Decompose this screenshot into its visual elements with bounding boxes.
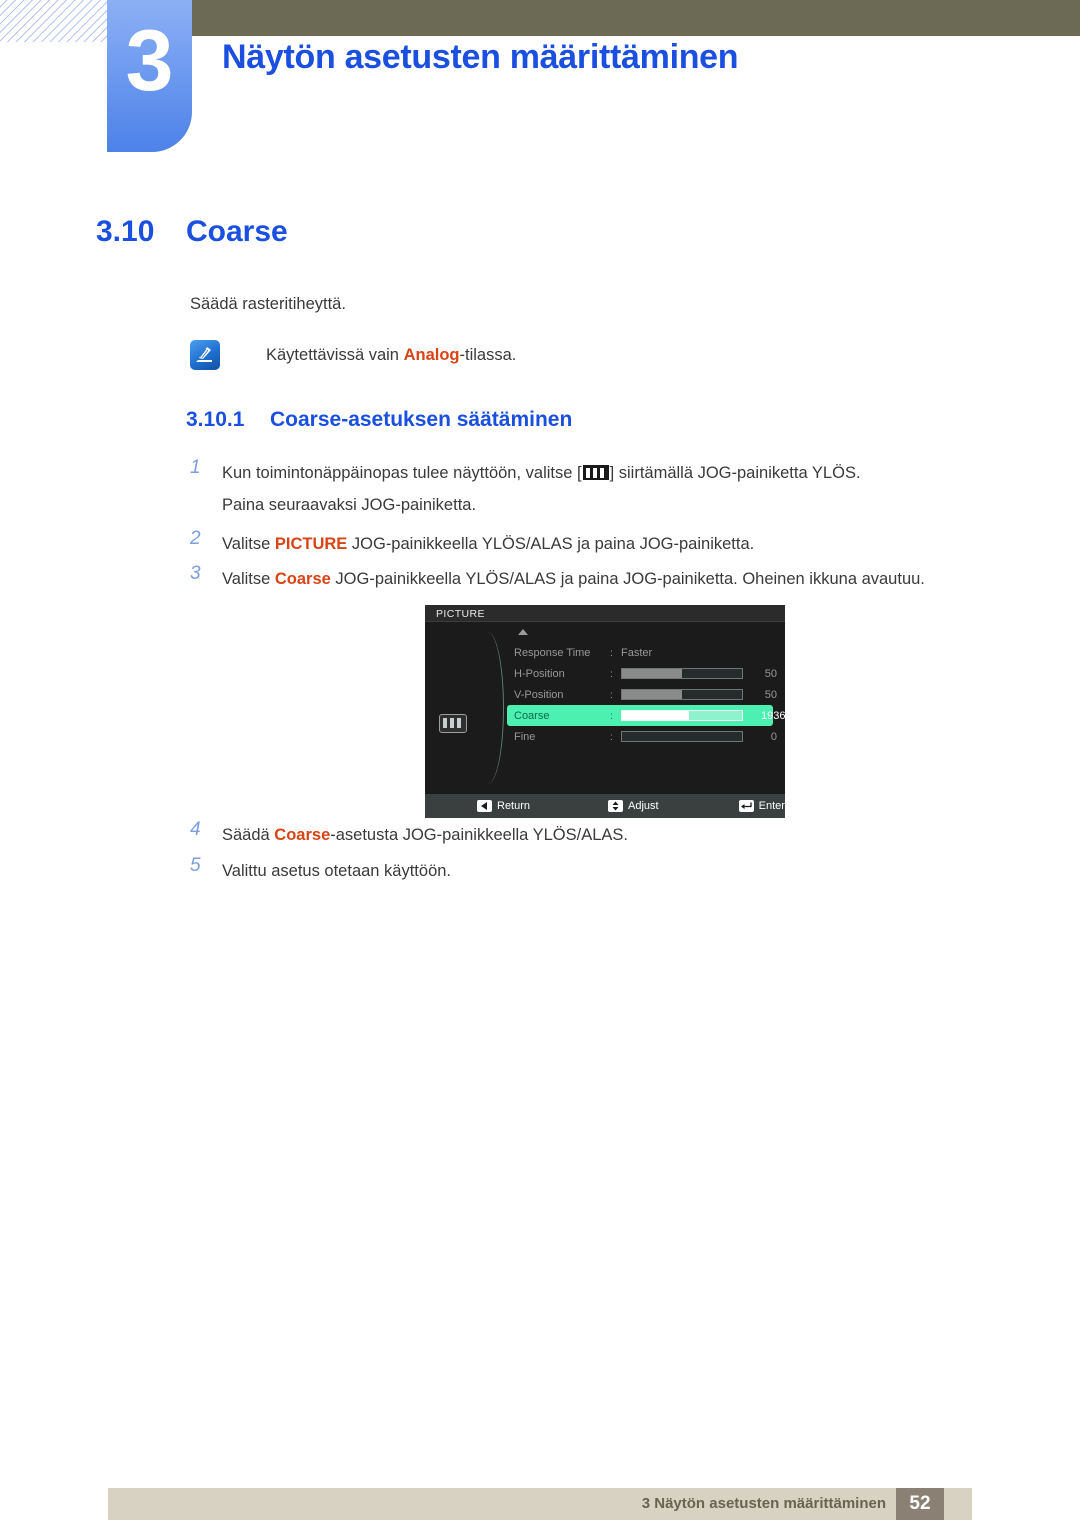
step-3-body: Valitse Coarse JOG-painikkeella YLÖS/ALA… bbox=[222, 563, 925, 595]
osd-row-colon: : bbox=[610, 709, 613, 722]
osd-row-label: Fine bbox=[514, 730, 536, 743]
page-footer-bar: 3 Näytön asetusten määrittäminen 52 bbox=[108, 1488, 972, 1520]
step-4: 4 Säädä Coarse-asetusta JOG-painikkeella… bbox=[190, 819, 628, 851]
picture-menu-icon bbox=[439, 714, 467, 733]
section-intro-text: Säädä rasteritiheyttä. bbox=[190, 295, 346, 313]
osd-row-list: Response Time : Faster H-Position : 50 V… bbox=[507, 642, 785, 747]
step-1-text-a: Kun toimintonäppäinopas tulee näyttöön, … bbox=[222, 464, 582, 482]
step-1-body: Kun toimintonäppäinopas tulee näyttöön, … bbox=[222, 457, 861, 521]
subsection-heading: 3.10.1 Coarse-asetuksen säätäminen bbox=[186, 408, 572, 432]
enter-arrow-button-icon bbox=[738, 800, 754, 812]
step-3-keyword: Coarse bbox=[274, 570, 331, 588]
step-5-body: Valittu asetus otetaan käyttöön. bbox=[222, 862, 452, 880]
osd-row-fine[interactable]: Fine : 0 bbox=[507, 726, 777, 747]
section-number: 3.10 bbox=[96, 215, 155, 248]
step-3-number: 3 bbox=[190, 563, 201, 584]
osd-body: Response Time : Faster H-Position : 50 V… bbox=[425, 622, 785, 794]
osd-row-coarse[interactable]: Coarse : 1936 bbox=[507, 705, 785, 726]
osd-row-label: Coarse bbox=[514, 709, 550, 722]
osd-row-colon: : bbox=[610, 730, 613, 743]
osd-footer-label: Adjust bbox=[628, 800, 659, 812]
jog-picture-icon bbox=[582, 465, 609, 480]
osd-footer-label: Return bbox=[497, 800, 531, 812]
osd-row-colon: : bbox=[610, 646, 613, 659]
header-olive-bar bbox=[190, 0, 1080, 36]
osd-footer: Return Adjust Enter bbox=[425, 794, 785, 818]
step-1-number: 1 bbox=[190, 457, 201, 478]
step-2: 2 Valitse PICTURE JOG-painikkeella YLÖS/… bbox=[190, 528, 754, 560]
step-3-text-a: Valitse bbox=[222, 570, 275, 588]
note-text-after: -tilassa. bbox=[459, 345, 517, 364]
step-4-number: 4 bbox=[190, 819, 201, 840]
osd-title: PICTURE bbox=[425, 605, 785, 622]
osd-footer-label: Enter bbox=[758, 800, 785, 812]
step-2-text-a: Valitse bbox=[222, 535, 275, 553]
chapter-number-badge: 3 bbox=[107, 0, 192, 152]
note-row: Käytettävissä vain Analog-tilassa. bbox=[190, 340, 516, 370]
chapter-title: Näytön asetusten määrittäminen bbox=[222, 38, 739, 76]
osd-row-label: V-Position bbox=[514, 688, 564, 701]
section-title: Coarse bbox=[186, 215, 288, 248]
step-3-text-b: JOG-painikkeella YLÖS/ALAS ja paina JOG-… bbox=[330, 570, 925, 588]
osd-picture-menu: PICTURE Response Time : Faster H-Positio… bbox=[425, 605, 785, 818]
section-heading: 3.10 Coarse bbox=[96, 215, 288, 249]
osd-row-value: Faster bbox=[621, 646, 653, 659]
osd-row-number: 0 bbox=[770, 730, 777, 743]
note-pen-icon bbox=[190, 340, 220, 370]
step-1: 1 Kun toimintonäppäinopas tulee näyttöön… bbox=[190, 457, 861, 521]
osd-slider[interactable] bbox=[621, 689, 743, 700]
osd-footer-return[interactable]: Return bbox=[477, 800, 530, 812]
osd-slider[interactable] bbox=[621, 668, 743, 679]
subsection-number: 3.10.1 bbox=[186, 408, 245, 431]
step-2-text-b: JOG-painikkeella YLÖS/ALAS ja paina JOG-… bbox=[347, 535, 755, 553]
osd-row-v-position[interactable]: V-Position : 50 bbox=[507, 684, 777, 705]
step-4-text-b: -asetusta JOG-painikkeella YLÖS/ALAS. bbox=[330, 826, 629, 844]
osd-slider[interactable] bbox=[621, 710, 743, 721]
note-text: Käytettävissä vain Analog-tilassa. bbox=[266, 346, 516, 365]
page-footer-text: 3 Näytön asetusten määrittäminen bbox=[641, 1495, 886, 1512]
osd-row-number: 1936 bbox=[761, 709, 786, 722]
osd-row-number: 50 bbox=[764, 688, 777, 701]
step-5: 5 Valittu asetus otetaan käyttöön. bbox=[190, 855, 451, 887]
step-4-keyword: Coarse bbox=[274, 826, 331, 844]
osd-decorative-arc bbox=[477, 632, 504, 784]
osd-slider[interactable] bbox=[621, 731, 743, 742]
step-3: 3 Valitse Coarse JOG-painikkeella YLÖS/A… bbox=[190, 563, 925, 595]
subsection-title: Coarse-asetuksen säätäminen bbox=[270, 408, 573, 431]
osd-row-colon: : bbox=[610, 667, 613, 680]
step-4-body: Säädä Coarse-asetusta JOG-painikkeella Y… bbox=[222, 819, 628, 851]
note-keyword: Analog bbox=[403, 345, 460, 364]
osd-row-number: 50 bbox=[764, 667, 777, 680]
left-arrow-button-icon bbox=[477, 800, 492, 812]
osd-row-colon: : bbox=[610, 688, 613, 701]
page-number-badge: 52 bbox=[896, 1488, 944, 1520]
up-down-arrow-button-icon bbox=[608, 800, 624, 812]
decorative-hatch-pattern bbox=[0, 0, 110, 42]
osd-row-h-position[interactable]: H-Position : 50 bbox=[507, 663, 777, 684]
step-2-keyword: PICTURE bbox=[274, 535, 348, 553]
step-4-text-a: Säädä bbox=[222, 826, 275, 844]
osd-row-label: Response Time bbox=[514, 646, 591, 659]
step-1-text-b: ] siirtämällä JOG-painiketta YLÖS. bbox=[609, 464, 861, 482]
step-1-line-2: Paina seuraavaksi JOG-painiketta. bbox=[222, 496, 477, 515]
osd-footer-adjust[interactable]: Adjust bbox=[608, 800, 659, 812]
step-2-number: 2 bbox=[190, 528, 201, 549]
osd-footer-enter[interactable]: Enter bbox=[738, 800, 785, 812]
up-triangle-icon bbox=[518, 629, 528, 635]
step-2-body: Valitse PICTURE JOG-painikkeella YLÖS/AL… bbox=[222, 528, 754, 560]
osd-row-response-time[interactable]: Response Time : Faster bbox=[507, 642, 777, 663]
step-5-number: 5 bbox=[190, 855, 201, 876]
note-text-before: Käytettävissä vain bbox=[266, 345, 404, 364]
osd-row-label: H-Position bbox=[514, 667, 565, 680]
